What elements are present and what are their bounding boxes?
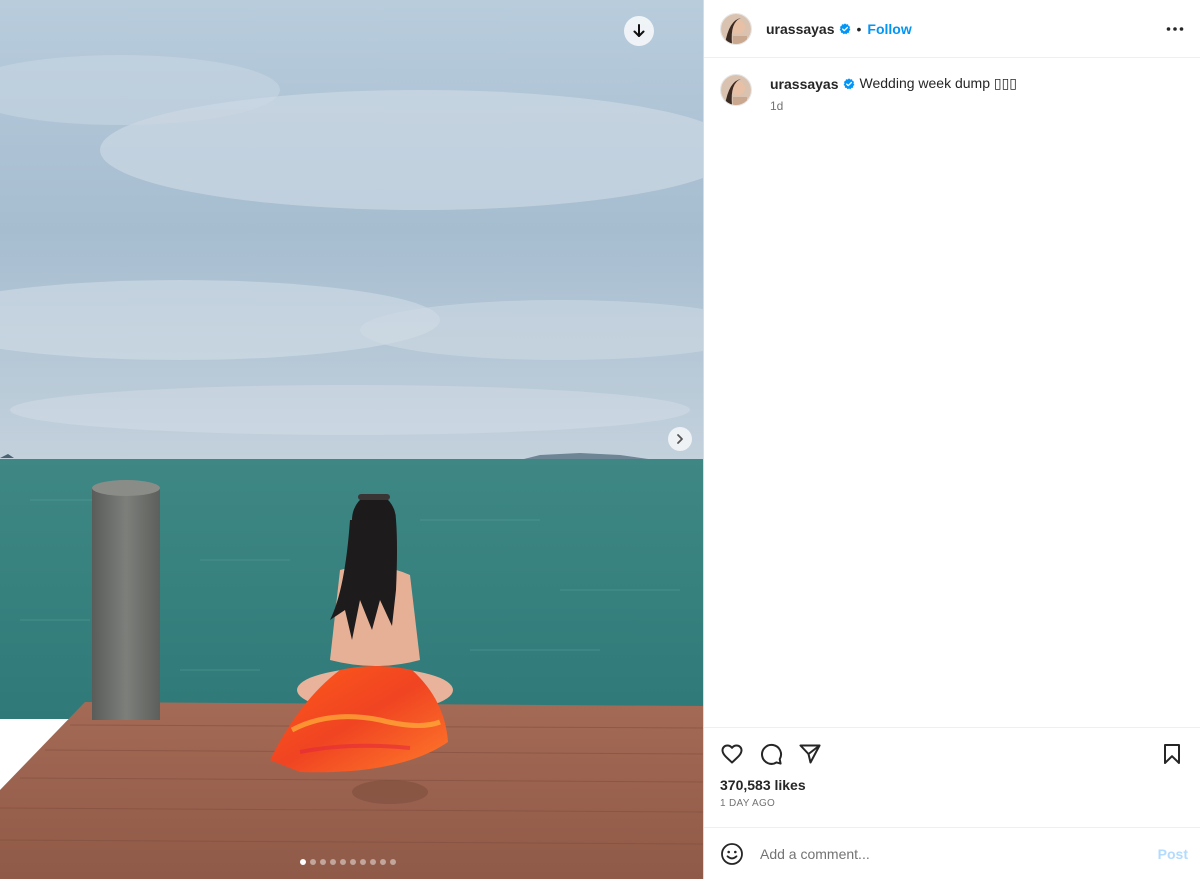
author-username[interactable]: urassayas (766, 21, 835, 37)
caption-username[interactable]: urassayas (770, 76, 839, 92)
arrow-down-icon (633, 24, 645, 37)
carousel-dot (360, 859, 366, 865)
carousel-dot (340, 859, 346, 865)
comment-button[interactable] (759, 742, 783, 766)
carousel-dot (390, 859, 396, 865)
verified-badge-icon (839, 22, 851, 35)
like-button[interactable] (720, 742, 744, 766)
more-horizontal-icon (1166, 26, 1184, 31)
carousel-dot (310, 859, 316, 865)
post-date[interactable]: 1 DAY AGO (720, 798, 1184, 809)
caption-avatar[interactable] (720, 74, 752, 106)
post-photo (0, 0, 703, 879)
post-media[interactable] (0, 0, 703, 879)
bookmark-icon (1164, 744, 1180, 764)
action-bar (720, 740, 1184, 768)
emoji-button[interactable] (720, 842, 744, 866)
chevron-right-icon (677, 434, 683, 444)
carousel-indicator (300, 859, 396, 865)
comment-input[interactable] (758, 844, 1158, 863)
carousel-dot (330, 859, 336, 865)
next-slide-button[interactable] (668, 427, 692, 451)
verified-badge-icon (843, 77, 855, 90)
share-button[interactable] (798, 742, 822, 766)
carousel-dot (350, 859, 356, 865)
more-options-button[interactable] (1166, 22, 1184, 36)
carousel-dot (320, 859, 326, 865)
avatar-image (721, 75, 751, 105)
heart-icon (721, 744, 743, 764)
follow-button[interactable]: Follow (867, 21, 911, 37)
save-button[interactable] (1160, 742, 1184, 766)
download-button[interactable] (624, 16, 654, 46)
caption-line: urassayas Wedding week dump ▯▯▯ (770, 75, 1017, 92)
post-viewer: urassayas • Follow urassayas Wedding wee… (0, 0, 1200, 879)
carousel-dot (380, 859, 386, 865)
comment-form: Post (704, 827, 1200, 879)
post-side-panel: urassayas • Follow urassayas Wedding wee… (703, 0, 1200, 879)
comments-section: urassayas Wedding week dump ▯▯▯ 1d (704, 58, 1200, 727)
comment-icon (761, 743, 783, 765)
post-comment-button[interactable]: Post (1158, 846, 1188, 862)
send-icon (799, 744, 821, 764)
avatar-image (721, 13, 751, 44)
post-header: urassayas • Follow (704, 0, 1200, 58)
caption-text: Wedding week dump ▯▯▯ (859, 75, 1018, 91)
carousel-dot (370, 859, 376, 865)
carousel-dot (300, 859, 306, 865)
caption-body: urassayas Wedding week dump ▯▯▯ 1d (770, 74, 1017, 113)
smiley-icon (721, 842, 743, 865)
caption: urassayas Wedding week dump ▯▯▯ 1d (720, 74, 1184, 113)
post-actions-area: 370,583 likes 1 DAY AGO (704, 727, 1200, 827)
likes-count[interactable]: 370,583 likes (720, 777, 1184, 793)
caption-time-ago[interactable]: 1d (770, 99, 1017, 113)
header-separator: • (856, 20, 862, 37)
avatar[interactable] (720, 12, 752, 45)
